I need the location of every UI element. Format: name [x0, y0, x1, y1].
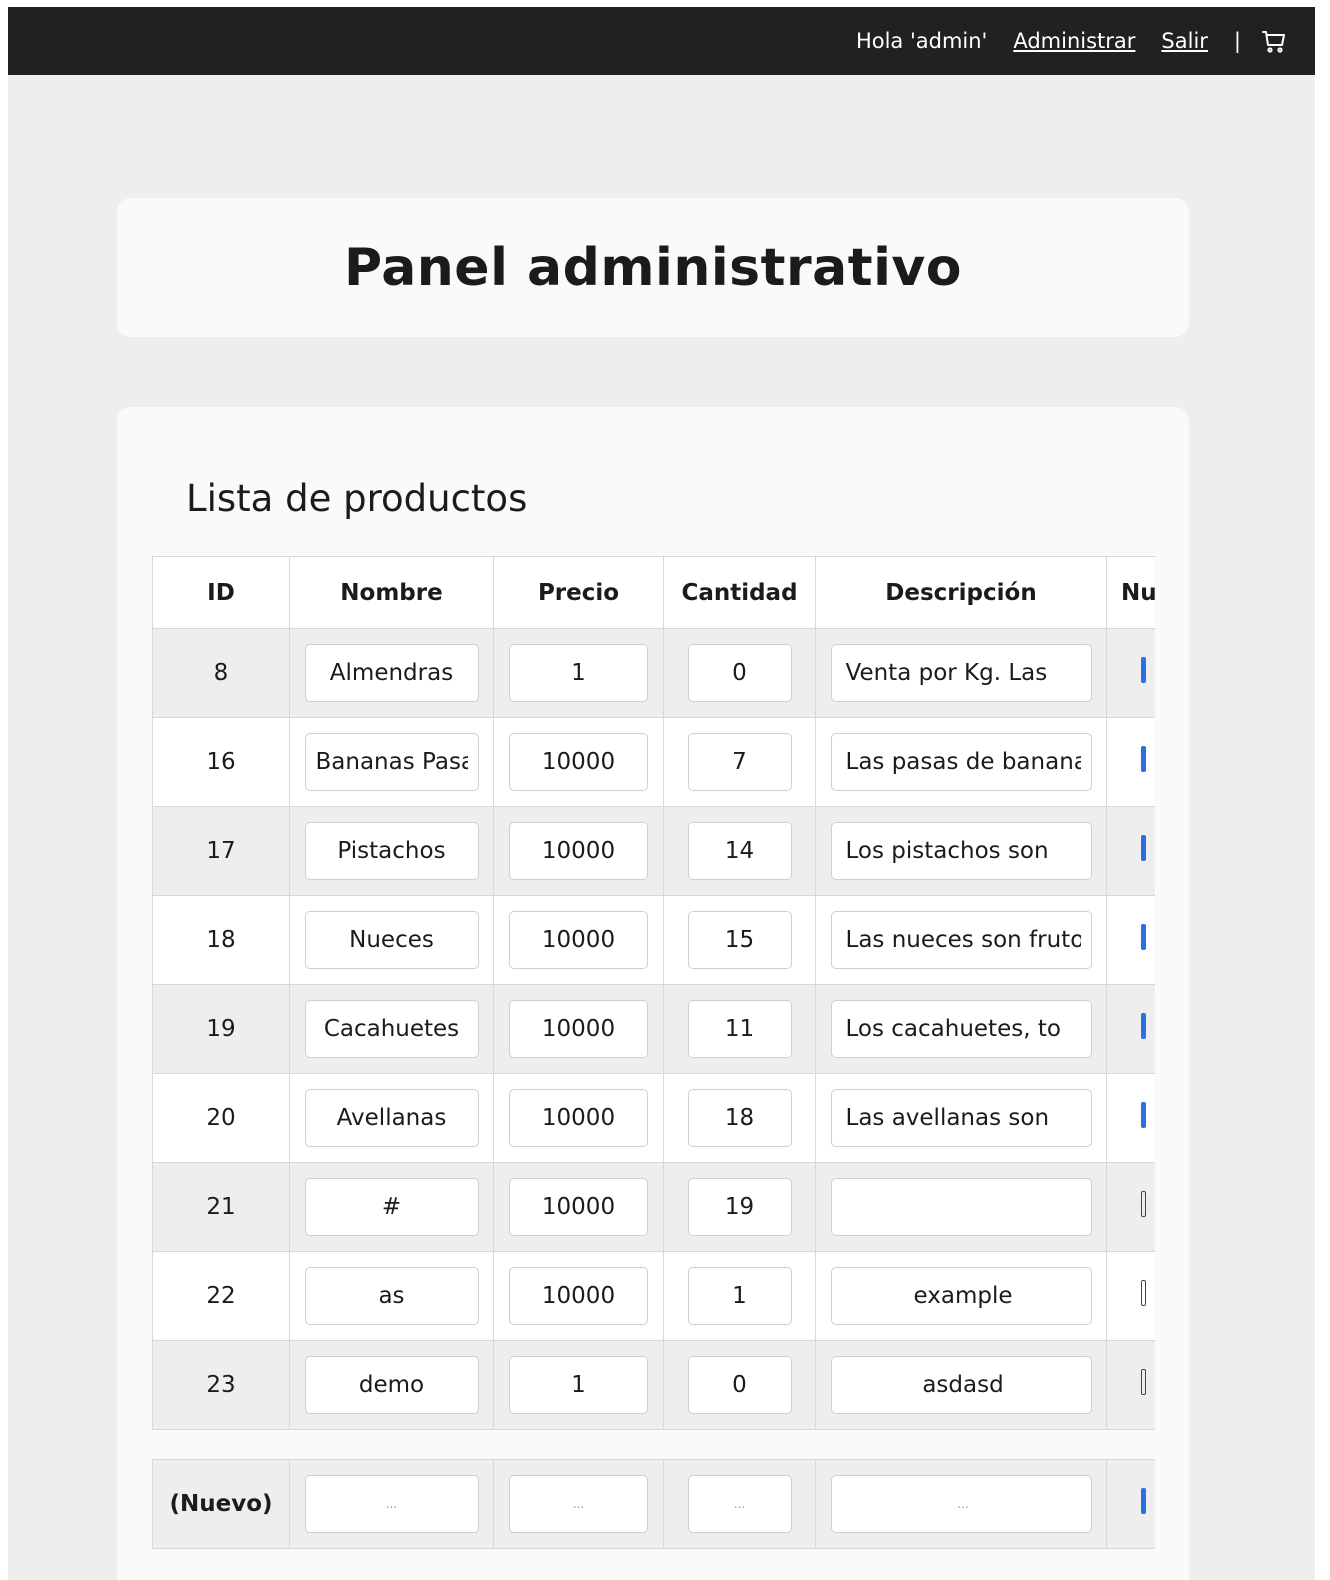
column-header-description: Descripción: [815, 556, 1107, 629]
product-description-input[interactable]: [830, 733, 1092, 791]
product-quantity-input[interactable]: [687, 1000, 792, 1058]
product-quantity-input[interactable]: [687, 1267, 792, 1325]
product-price-input[interactable]: [509, 644, 648, 702]
product-quantity-input[interactable]: [687, 1089, 792, 1147]
row-checkbox[interactable]: [1141, 1013, 1146, 1039]
product-quantity-input[interactable]: [687, 1356, 792, 1414]
table-row: 23: [152, 1340, 1155, 1430]
product-id: 8: [152, 628, 290, 718]
page: Hola 'admin' Administrar Salir | Panel a…: [8, 7, 1315, 1580]
section-heading: Lista de productos: [186, 477, 528, 520]
product-id: 22: [152, 1251, 290, 1341]
column-header-price: Precio: [493, 556, 664, 629]
product-price-input[interactable]: [509, 1089, 648, 1147]
product-table-scroll[interactable]: ID Nombre Precio Cantidad Descripción Nu…: [152, 556, 1155, 1576]
column-header-name: Nombre: [289, 556, 494, 629]
row-checkbox[interactable]: [1141, 1280, 1146, 1306]
product-list-card: Lista de productos ID Nombre Precio Cant…: [117, 407, 1189, 1580]
product-description-input[interactable]: [830, 822, 1092, 880]
new-price-input[interactable]: [509, 1475, 648, 1533]
table-row: 17: [152, 806, 1155, 896]
table-row: 21: [152, 1162, 1155, 1252]
new-product-row: (Nuevo): [152, 1459, 1155, 1549]
nav-separator: |: [1233, 29, 1241, 53]
column-header-quantity: Cantidad: [663, 556, 816, 629]
product-name-input[interactable]: [304, 1000, 479, 1058]
row-checkbox[interactable]: [1141, 924, 1146, 950]
title-card: Panel administrativo: [117, 198, 1189, 337]
row-checkbox[interactable]: [1141, 657, 1146, 683]
product-description-input[interactable]: [830, 911, 1092, 969]
product-description-input[interactable]: [830, 1000, 1092, 1058]
new-row-label: (Nuevo): [152, 1459, 290, 1549]
table-row: 19: [152, 984, 1155, 1074]
cart-icon[interactable]: [1261, 28, 1287, 54]
new-quantity-input[interactable]: [687, 1475, 792, 1533]
product-name-input[interactable]: [304, 1267, 479, 1325]
product-id: 23: [152, 1340, 290, 1430]
product-quantity-input[interactable]: [687, 733, 792, 791]
table-row: 20: [152, 1073, 1155, 1163]
product-name-input[interactable]: [304, 644, 479, 702]
product-description-input[interactable]: [830, 1178, 1092, 1236]
product-name-input[interactable]: [304, 1356, 479, 1414]
table-body: 81617181920212223: [152, 628, 1155, 1430]
product-id: 17: [152, 806, 290, 896]
product-id: 19: [152, 984, 290, 1074]
page-title: Panel administrativo: [343, 237, 963, 298]
row-checkbox[interactable]: [1141, 746, 1146, 772]
row-checkbox[interactable]: [1141, 1369, 1146, 1395]
row-checkbox[interactable]: [1141, 1102, 1146, 1128]
column-header-id: ID: [152, 556, 290, 629]
table-row: 22: [152, 1251, 1155, 1341]
table-row: 8: [152, 628, 1155, 718]
product-description-input[interactable]: [830, 1267, 1092, 1325]
product-price-input[interactable]: [509, 1356, 648, 1414]
greeting-text: Hola 'admin': [855, 29, 988, 53]
product-name-input[interactable]: [304, 911, 479, 969]
product-description-input[interactable]: [830, 644, 1092, 702]
product-id: 21: [152, 1162, 290, 1252]
product-id: 18: [152, 895, 290, 985]
product-name-input[interactable]: [304, 733, 479, 791]
logout-link[interactable]: Salir: [1161, 29, 1208, 53]
product-name-input[interactable]: [304, 822, 479, 880]
product-quantity-input[interactable]: [687, 1178, 792, 1236]
product-id: 16: [152, 717, 290, 807]
new-row-checkbox[interactable]: [1141, 1488, 1146, 1514]
new-description-input[interactable]: [830, 1475, 1092, 1533]
product-quantity-input[interactable]: [687, 911, 792, 969]
top-nav-bar: Hola 'admin' Administrar Salir |: [8, 7, 1315, 75]
product-price-input[interactable]: [509, 1000, 648, 1058]
product-description-input[interactable]: [830, 1089, 1092, 1147]
admin-link[interactable]: Administrar: [1013, 29, 1135, 53]
product-table: ID Nombre Precio Cantidad Descripción Nu…: [152, 556, 1155, 1549]
new-name-input[interactable]: [304, 1475, 479, 1533]
product-price-input[interactable]: [509, 1267, 648, 1325]
product-quantity-input[interactable]: [687, 644, 792, 702]
product-price-input[interactable]: [509, 733, 648, 791]
product-id: 20: [152, 1073, 290, 1163]
product-name-input[interactable]: [304, 1178, 479, 1236]
product-price-input[interactable]: [509, 1178, 648, 1236]
row-checkbox[interactable]: [1141, 1191, 1146, 1217]
product-price-input[interactable]: [509, 822, 648, 880]
table-spacer: [152, 1429, 1155, 1460]
table-row: 16: [152, 717, 1155, 807]
product-name-input[interactable]: [304, 1089, 479, 1147]
column-header-new: Nu: [1106, 556, 1155, 629]
product-quantity-input[interactable]: [687, 822, 792, 880]
product-description-input[interactable]: [830, 1356, 1092, 1414]
table-row: 18: [152, 895, 1155, 985]
product-price-input[interactable]: [509, 911, 648, 969]
row-checkbox[interactable]: [1141, 835, 1146, 861]
table-header-row: ID Nombre Precio Cantidad Descripción Nu: [152, 556, 1155, 629]
